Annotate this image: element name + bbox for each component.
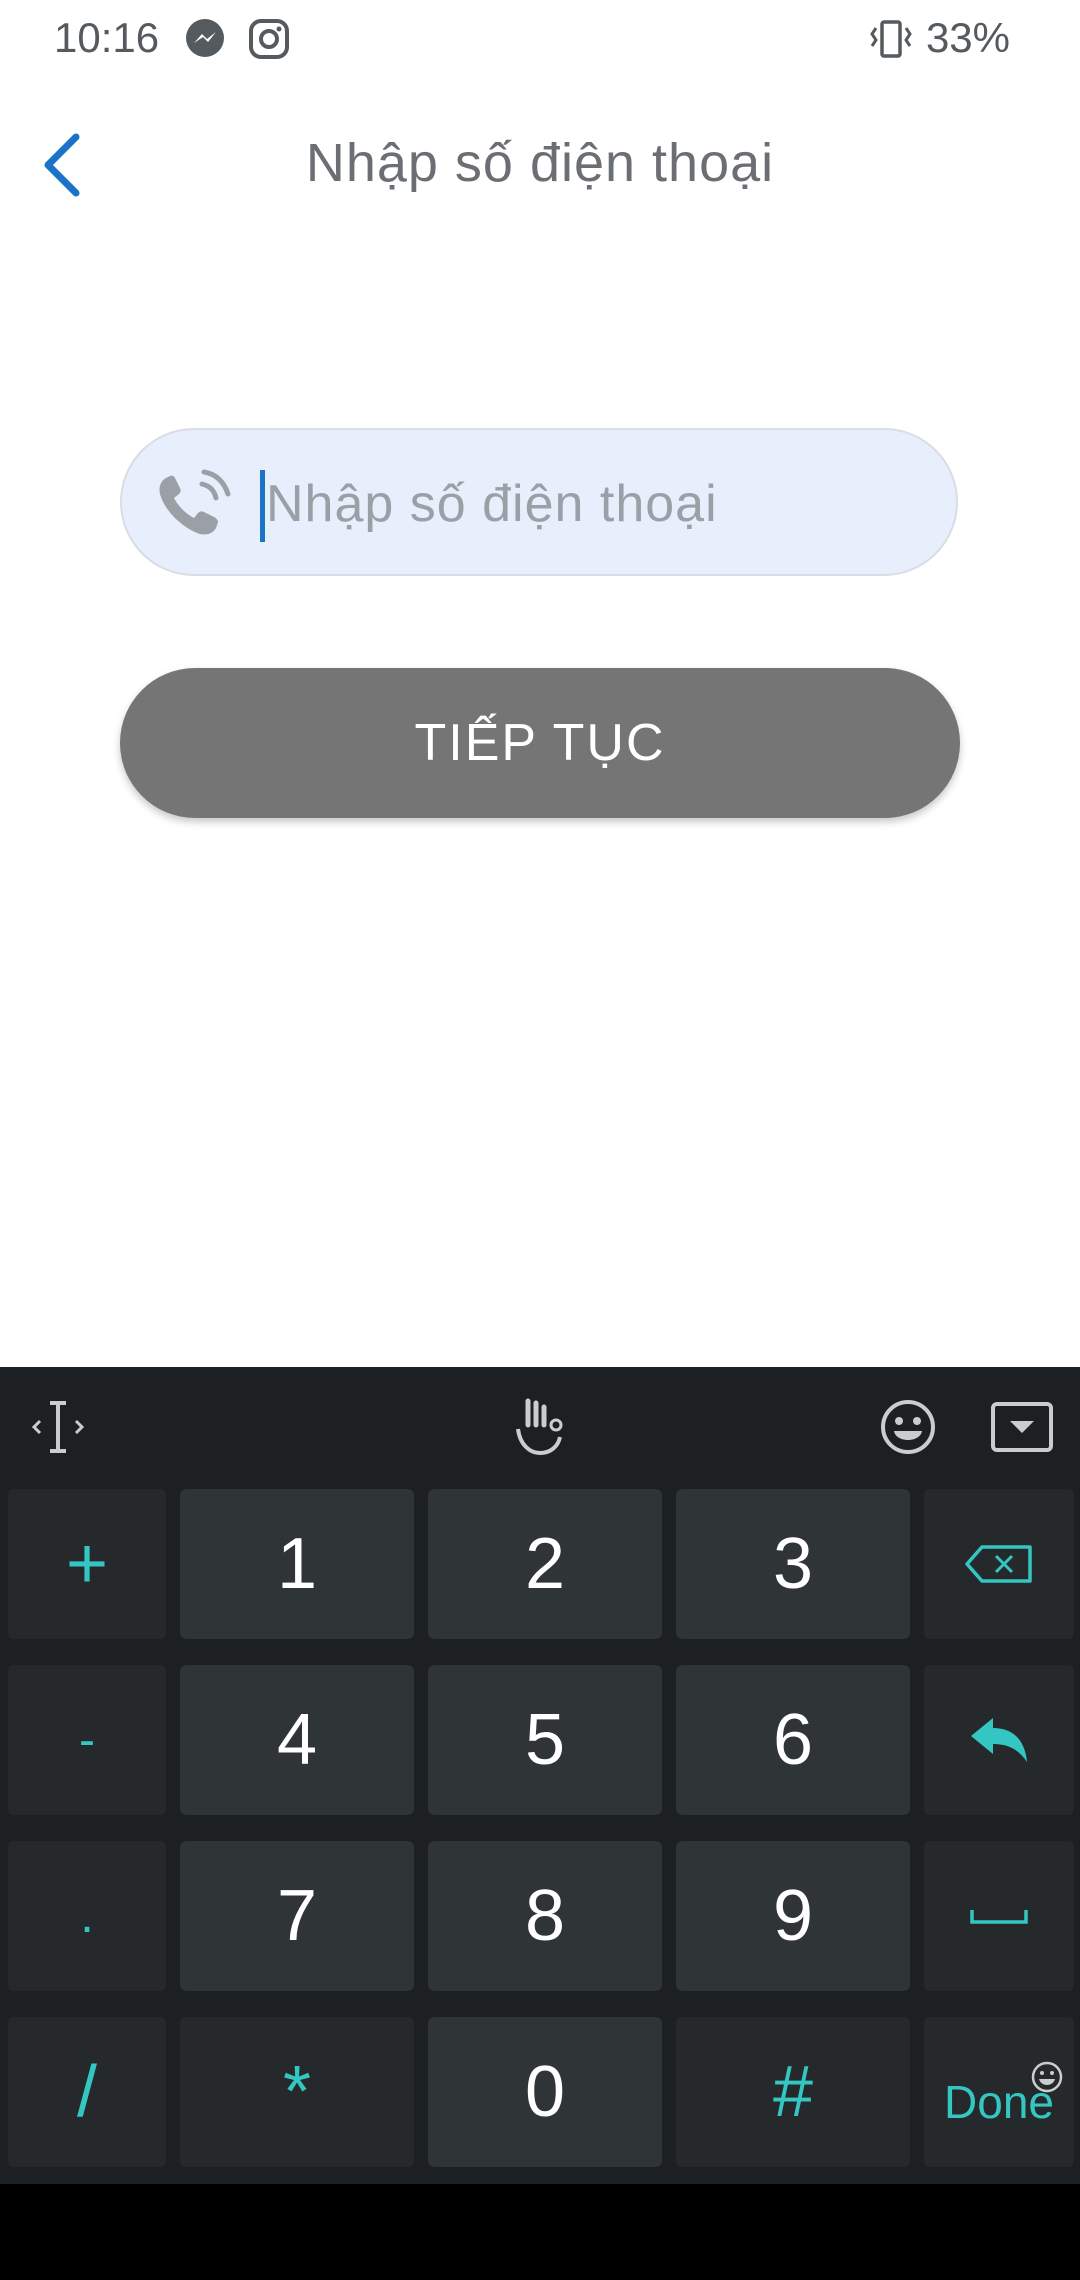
key-0[interactable]: 0 [428,2017,662,2167]
top-bar: Nhập số điện thoại [0,80,1080,250]
key-7[interactable]: 7 [180,1841,414,1991]
key-6[interactable]: 6 [676,1665,910,1815]
backspace-key[interactable] [924,1489,1074,1639]
status-bar: 10:16 33% [0,0,1080,80]
key-2[interactable]: 2 [428,1489,662,1639]
phone-input[interactable] [262,450,926,558]
phone-call-icon [152,468,232,549]
key-slash[interactable]: / [8,2017,166,2167]
numeric-keyboard: + 1 2 3 - 4 5 6 . 7 8 9 / * 0 # Done [0,1367,1080,2184]
key-5[interactable]: 5 [428,1665,662,1815]
key-1[interactable]: 1 [180,1489,414,1639]
key-plus[interactable]: + [8,1489,166,1639]
done-key[interactable]: Done [924,2017,1074,2167]
key-3[interactable]: 3 [676,1489,910,1639]
status-time: 10:16 [54,14,160,61]
smiley-icon [1030,2029,1064,2111]
vibrate-icon [868,18,914,65]
key-4[interactable]: 4 [180,1665,414,1815]
emoji-icon[interactable] [868,1387,948,1467]
hide-keyboard-icon[interactable] [982,1387,1062,1467]
reply-arrow-icon [971,1718,1027,1762]
backspace-icon [965,1545,1032,1583]
enter-key[interactable] [924,1665,1074,1815]
key-9[interactable]: 9 [676,1841,910,1991]
space-key[interactable] [924,1841,1074,1991]
key-asterisk[interactable]: * [180,2017,414,2167]
key-minus[interactable]: - [8,1665,166,1815]
keyboard-toolbar [0,1367,1080,1487]
messenger-icon [184,18,226,65]
key-hash[interactable]: # [676,2017,910,2167]
continue-button[interactable]: TIẾP TỤC [120,668,960,818]
key-period[interactable]: . [8,1841,166,1991]
battery-level: 33% [925,14,1010,61]
navigation-bar [0,2184,1080,2280]
phone-field[interactable] [120,428,958,576]
instagram-icon [248,18,290,65]
space-icon [970,1910,1028,1924]
key-8[interactable]: 8 [428,1841,662,1991]
cursor-move-icon[interactable] [18,1387,98,1467]
gesture-typing-icon[interactable] [500,1387,580,1467]
page-title: Nhập số điện thoại [305,133,775,193]
